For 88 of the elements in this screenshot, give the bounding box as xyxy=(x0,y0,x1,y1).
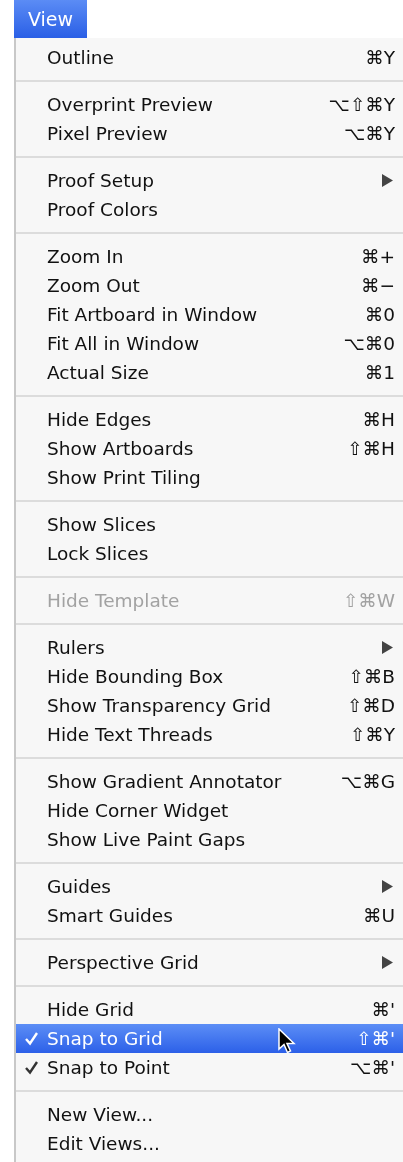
menu-item-label: Show Gradient Annotator xyxy=(47,771,282,792)
keyboard-shortcut: ⌥⇧⌘Y xyxy=(328,94,396,115)
menu-item[interactable]: Snap to Grid ⇧⌘' xyxy=(16,1024,403,1053)
keyboard-shortcut: ⌘− xyxy=(361,275,396,296)
menu-item-label: Hide Text Threads xyxy=(47,724,213,745)
keyboard-shortcut: ⇧⌘H xyxy=(347,438,396,459)
menu-item-label: Actual Size xyxy=(47,362,149,383)
menu-item-label: Hide Bounding Box xyxy=(47,666,224,687)
menu-item-label: New View... xyxy=(47,1104,154,1125)
menu-item[interactable]: Proof Setup xyxy=(16,166,403,195)
menu-item-label: Rulers xyxy=(47,637,105,658)
menu-item[interactable]: Rulers xyxy=(16,633,403,662)
menu-item-label: Snap to Grid xyxy=(47,1028,163,1049)
menu-item[interactable]: Hide Text Threads ⇧⌘Y xyxy=(16,720,403,749)
menu-item[interactable]: Fit All in Window ⌥⌘0 xyxy=(16,329,403,358)
menu-item-label: Outline xyxy=(47,47,114,68)
menu-item[interactable]: Hide Bounding Box ⇧⌘B xyxy=(16,662,403,691)
menu-item-label: Hide Template xyxy=(47,590,180,611)
menu-item[interactable]: Guides xyxy=(16,872,403,901)
keyboard-shortcut: ⌘H xyxy=(362,409,396,430)
menu-item[interactable]: Show Artboards ⇧⌘H xyxy=(16,434,403,463)
menu-item-label: Overprint Preview xyxy=(47,94,213,115)
menu-item[interactable]: Hide Grid ⌘' xyxy=(16,995,403,1024)
menu-item[interactable]: Show Slices xyxy=(16,510,403,539)
menu-item-label: Show Transparency Grid xyxy=(47,695,271,716)
keyboard-shortcut: ⌥⌘Y xyxy=(343,123,396,144)
menu-item[interactable]: New View... xyxy=(16,1100,403,1129)
keyboard-shortcut: ⌥⌘0 xyxy=(343,333,396,354)
menu-item-label: Fit Artboard in Window xyxy=(47,304,258,325)
menu-item[interactable]: Show Print Tiling xyxy=(16,463,403,492)
menu-item[interactable]: Show Transparency Grid ⇧⌘D xyxy=(16,691,403,720)
menu-item-label: Guides xyxy=(47,876,111,897)
menu-item-label: Edit Views... xyxy=(47,1133,160,1154)
menu-item-label: Zoom In xyxy=(47,246,124,267)
menu-item-label: Fit All in Window xyxy=(47,333,200,354)
menu-item-label: Show Print Tiling xyxy=(47,467,201,488)
menu-item-label: Perspective Grid xyxy=(47,952,199,973)
menu-item-label: Pixel Preview xyxy=(47,123,168,144)
menu-item-label: Lock Slices xyxy=(47,543,149,564)
menu-item[interactable]: Zoom Out ⌘− xyxy=(16,271,403,300)
menu-item[interactable]: Fit Artboard in Window ⌘0 xyxy=(16,300,403,329)
menu-item[interactable]: Hide Corner Widget xyxy=(16,796,403,825)
menu-item-label: Zoom Out xyxy=(47,275,140,296)
menu-item[interactable]: Lock Slices xyxy=(16,539,403,568)
menu-item[interactable]: Perspective Grid xyxy=(16,948,403,977)
menu-title[interactable]: View xyxy=(14,0,88,38)
keyboard-shortcut: ⌘' xyxy=(371,999,396,1020)
menu-item-label: Hide Corner Widget xyxy=(47,800,229,821)
checkmark-icon xyxy=(24,1031,39,1046)
menu-item[interactable]: Edit Views... xyxy=(16,1129,403,1158)
submenu-arrow-icon xyxy=(382,880,393,893)
keyboard-shortcut: ⌘0 xyxy=(364,304,396,325)
menu-item[interactable]: Show Live Paint Gaps xyxy=(16,825,403,854)
keyboard-shortcut: ⇧⌘Y xyxy=(349,724,396,745)
menu-item[interactable]: Pixel Preview ⌥⌘Y xyxy=(16,119,403,148)
checkmark-icon xyxy=(24,1060,39,1075)
submenu-arrow-icon xyxy=(382,956,393,969)
menu-item-label: Show Artboards xyxy=(47,438,194,459)
menu-item[interactable]: Hide Edges ⌘H xyxy=(16,405,403,434)
menu-item[interactable]: Proof Colors xyxy=(16,195,403,224)
keyboard-shortcut: ⌥⌘G xyxy=(340,771,396,792)
menu-item-label: Show Slices xyxy=(47,514,156,535)
submenu-arrow-icon xyxy=(382,174,393,187)
menu-item-label: Proof Setup xyxy=(47,170,154,191)
menu-item[interactable]: Smart Guides ⌘U xyxy=(16,901,403,930)
keyboard-shortcut: ⌘+ xyxy=(361,246,396,267)
keyboard-shortcut: ⌥⌘' xyxy=(350,1057,396,1078)
menu-item[interactable]: Actual Size ⌘1 xyxy=(16,358,403,387)
keyboard-shortcut: ⇧⌘' xyxy=(355,1028,396,1049)
menu-item[interactable]: Outline ⌘Y xyxy=(16,43,403,72)
keyboard-shortcut: ⌘Y xyxy=(365,47,396,68)
keyboard-shortcut: ⌘U xyxy=(362,905,396,926)
menu-item-label: Proof Colors xyxy=(47,199,158,220)
menu-item[interactable]: Show Gradient Annotator ⌥⌘G xyxy=(16,767,403,796)
keyboard-shortcut: ⌘1 xyxy=(364,362,396,383)
menu-item-label: Snap to Point xyxy=(47,1057,170,1078)
menu-item-label: Hide Grid xyxy=(47,999,134,1020)
menu-item-label: Show Live Paint Gaps xyxy=(47,829,246,850)
keyboard-shortcut: ⇧⌘B xyxy=(348,666,396,687)
keyboard-shortcut: ⇧⌘D xyxy=(346,695,396,716)
pointer-cursor-icon xyxy=(278,1028,296,1054)
menu-item-label: Smart Guides xyxy=(47,905,173,926)
menu-item[interactable]: Zoom In ⌘+ xyxy=(16,242,403,271)
menu-item-label: Hide Edges xyxy=(47,409,152,430)
submenu-arrow-icon xyxy=(382,641,393,654)
menu-item[interactable]: Snap to Point ⌥⌘' xyxy=(16,1053,403,1082)
keyboard-shortcut: ⇧⌘W xyxy=(342,590,396,611)
menu-item[interactable]: Overprint Preview ⌥⇧⌘Y xyxy=(16,90,403,119)
